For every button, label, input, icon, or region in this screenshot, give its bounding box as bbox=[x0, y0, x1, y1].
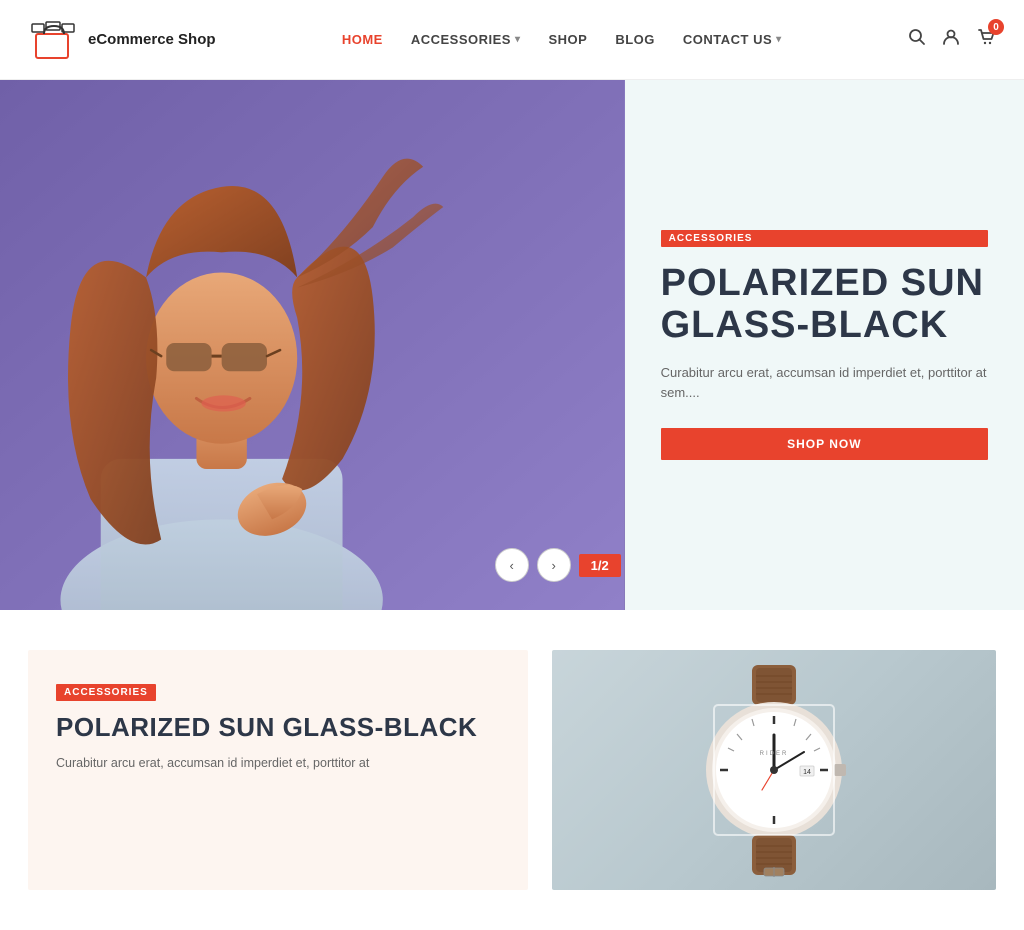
hero-category-badge: ACCESSORIES bbox=[661, 230, 988, 247]
nav-item-contact[interactable]: CONTACT US ▾ bbox=[683, 32, 782, 47]
hero-image bbox=[0, 80, 625, 610]
cart-count-badge: 0 bbox=[988, 19, 1004, 35]
hero-content: ACCESSORIES POLARIZED SUN GLASS-BLACK Cu… bbox=[625, 80, 1024, 610]
search-icon[interactable] bbox=[908, 28, 926, 51]
cart-icon[interactable]: 0 bbox=[976, 27, 996, 52]
products-section: ACCESSORIES POLARIZED SUN GLASS-BLACK Cu… bbox=[0, 610, 1024, 930]
nav-item-home[interactable]: HOME bbox=[342, 32, 383, 47]
slide-next-button[interactable]: › bbox=[537, 548, 571, 582]
svg-text:RIDER: RIDER bbox=[760, 751, 789, 757]
product-card-1: ACCESSORIES POLARIZED SUN GLASS-BLACK Cu… bbox=[28, 650, 528, 890]
svg-text:14: 14 bbox=[803, 769, 811, 776]
user-icon[interactable] bbox=[942, 28, 960, 51]
main-nav: HOME ACCESSORIES ▾ SHOP BLOG CONTACT US … bbox=[342, 32, 782, 47]
product-1-desc: Curabitur arcu erat, accumsan id imperdi… bbox=[56, 753, 500, 773]
product-1-title: POLARIZED SUN GLASS-BLACK bbox=[56, 713, 500, 743]
product-card-2: 14 RIDER bbox=[552, 650, 996, 890]
logo[interactable]: eCommerce Shop bbox=[28, 18, 216, 62]
hero-person-illustration bbox=[0, 80, 625, 610]
hero-shop-now-button[interactable]: SHOP NOW bbox=[661, 428, 988, 460]
logo-icon bbox=[28, 18, 80, 62]
site-header: eCommerce Shop HOME ACCESSORIES ▾ SHOP B… bbox=[0, 0, 1024, 80]
watch-illustration: 14 RIDER bbox=[684, 660, 864, 880]
hero-section: ACCESSORIES POLARIZED SUN GLASS-BLACK Cu… bbox=[0, 80, 1024, 610]
hero-description: Curabitur arcu erat, accumsan id imperdi… bbox=[661, 363, 988, 405]
header-actions: 0 bbox=[908, 27, 996, 52]
watch-image-area: 14 RIDER bbox=[552, 650, 996, 890]
slide-prev-button[interactable]: ‹ bbox=[495, 548, 529, 582]
chevron-down-icon: ▾ bbox=[515, 34, 521, 45]
nav-item-shop[interactable]: SHOP bbox=[549, 32, 588, 47]
nav-item-blog[interactable]: BLOG bbox=[615, 32, 655, 47]
slide-navigation: ‹ › 1/2 bbox=[495, 548, 621, 582]
logo-text: eCommerce Shop bbox=[88, 31, 216, 49]
nav-item-accessories[interactable]: ACCESSORIES ▾ bbox=[411, 32, 521, 47]
product-1-category-badge: ACCESSORIES bbox=[56, 684, 156, 701]
hero-title: POLARIZED SUN GLASS-BLACK bbox=[661, 263, 988, 347]
slide-counter: 1/2 bbox=[579, 554, 621, 577]
chevron-down-icon-2: ▾ bbox=[776, 34, 782, 45]
